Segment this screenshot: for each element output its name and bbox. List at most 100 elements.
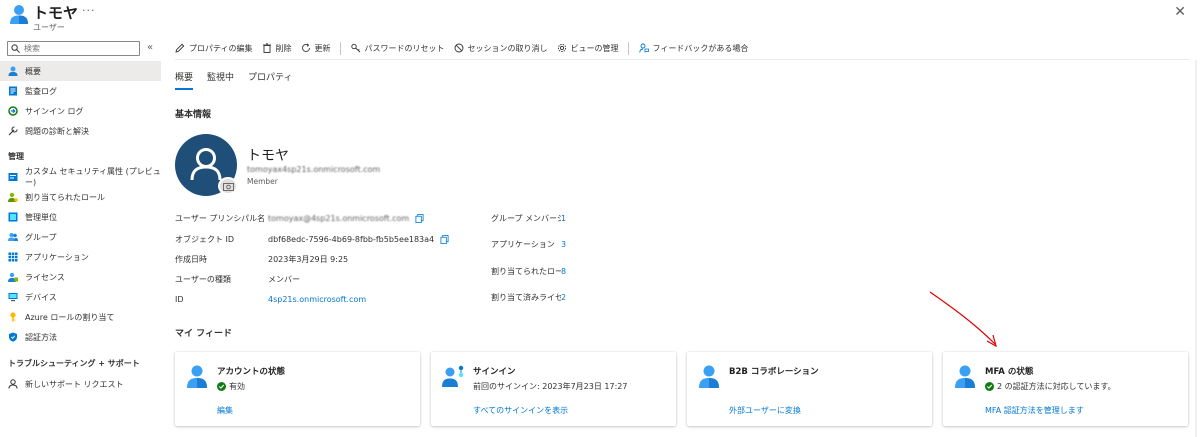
sidebar-item-label: 割り当てられたロール (25, 192, 105, 202)
stat-group-memberships: グループ メンバーシップ 1 (491, 211, 566, 225)
property-row-user-type: ユーザーの種類 メンバー (175, 272, 300, 286)
feed-card-account-status: アカウントの状態 有効 編集 (175, 352, 420, 426)
card-link-manage-mfa[interactable]: MFA 認証方法を管理します (985, 405, 1084, 416)
property-value-link[interactable]: 4sp21s.onmicrosoft.com (268, 295, 366, 304)
card-status: 2 の認証方法に対応しています。 (985, 381, 1116, 392)
delete-button[interactable]: 削除 (262, 43, 292, 54)
scrollbar[interactable] (1192, 60, 1200, 437)
sidebar-item-label: 監査ログ (25, 86, 57, 96)
annotation-arrow (929, 291, 997, 348)
collapse-sidebar-icon[interactable]: « (147, 42, 153, 53)
sidebar-item-overview[interactable]: 概要 (0, 61, 161, 81)
close-icon[interactable]: ✕ (1174, 4, 1186, 20)
profile-user-type: Member (247, 177, 278, 186)
card-title: MFA の状態 (985, 367, 1034, 377)
refresh-icon (301, 43, 311, 53)
tab-overview[interactable]: 概要 (175, 70, 194, 90)
stat-value-link[interactable]: 3 (561, 240, 566, 249)
property-label: 作成日時 (175, 254, 207, 264)
card-link-convert-external[interactable]: 外部ユーザーに変換 (729, 405, 801, 416)
search-icon (11, 44, 20, 53)
revoke-sessions-button[interactable]: セッションの取り消し (454, 43, 548, 54)
sidebar-item-label: カスタム セキュリティ属性 (プレビュー) (25, 167, 161, 187)
sidebar-section-troubleshooting: トラブルシューティング + サポート (8, 359, 140, 368)
license-icon (8, 272, 18, 282)
sidebar-item-custom-security-attributes[interactable]: カスタム セキュリティ属性 (プレビュー) (0, 167, 161, 187)
page-title: トモヤ (33, 4, 79, 22)
property-value: 2023年3月29日 9:25 (268, 254, 349, 264)
refresh-button[interactable]: 更新 (301, 43, 331, 54)
sidebar-item-diagnose[interactable]: 問題の診断と解決 (0, 121, 161, 141)
sidebar-item-label: 管理単位 (25, 212, 57, 222)
card-title: アカウントの状態 (217, 367, 286, 377)
property-label: オブジェクト ID (175, 234, 235, 244)
toolbar-divider (339, 41, 341, 55)
property-label: ユーザーの種類 (175, 274, 231, 284)
more-options-icon[interactable]: ··· (82, 4, 96, 17)
sidebar-section-manage: 管理 (8, 152, 24, 161)
sidebar-item-label: アプリケーション (25, 252, 89, 262)
sidebar-item-label: 新しいサポート リクエスト (25, 379, 124, 389)
tab-properties[interactable]: プロパティ (248, 70, 292, 90)
property-value: tomoyax@4sp21s.onmicrosoft.com (268, 213, 410, 223)
sidebar-item-assigned-roles[interactable]: 割り当てられたロール (0, 187, 161, 207)
sign-in-log-icon (8, 106, 18, 116)
card-link-view-sign-ins[interactable]: すべてのサインインを表示 (473, 405, 568, 416)
tab-monitoring[interactable]: 監視中 (207, 70, 234, 90)
change-photo-icon[interactable] (218, 177, 238, 195)
sidebar-item-groups[interactable]: グループ (0, 227, 161, 247)
pencil-icon (175, 43, 185, 53)
sidebar-item-authentication-methods[interactable]: 認証方法 (0, 327, 161, 347)
sidebar-item-applications[interactable]: アプリケーション (0, 247, 161, 267)
sidebar-item-sign-in-logs[interactable]: サインイン ログ (0, 101, 161, 121)
sidebar-item-azure-role-assignments[interactable]: Azure ロールの割り当て (0, 307, 161, 327)
property-value: メンバー (268, 274, 300, 284)
check-circle-icon (217, 382, 226, 391)
property-row-upn: ユーザー プリンシパル名 tomoyax@4sp21s.onmicrosoft.… (175, 211, 424, 225)
admin-unit-icon (8, 212, 18, 222)
key-icon (8, 312, 18, 322)
stat-applications: アプリケーション 3 (491, 237, 566, 251)
copy-icon[interactable] (440, 234, 449, 244)
feed-card-sign-in: サインイン 前回のサインイン: 2023年7月23日 17:27 すべてのサイン… (431, 352, 676, 426)
copy-icon[interactable] (415, 213, 424, 223)
stat-assigned-roles: 割り当てられたロール 8 (491, 264, 566, 278)
sidebar-item-admin-units[interactable]: 管理単位 (0, 207, 161, 227)
search-input[interactable] (24, 42, 136, 55)
device-icon (8, 292, 18, 302)
sidebar-item-licenses[interactable]: ライセンス (0, 267, 161, 287)
card-status: 前回のサインイン: 2023年7月23日 17:27 (473, 382, 628, 391)
group-icon (8, 232, 18, 242)
stat-value-link[interactable]: 2 (561, 293, 566, 302)
sidebar-item-new-support-request[interactable]: 新しいサポート リクエスト (0, 374, 161, 394)
manage-view-button[interactable]: ビューの管理 (557, 43, 619, 54)
gear-icon (557, 43, 567, 53)
feed-card-b2b: B2B コラボレーション 外部ユーザーに変換 (687, 352, 932, 426)
sidebar-item-label: 認証方法 (25, 332, 57, 342)
trash-icon (262, 43, 272, 53)
profile-name: トモヤ (247, 148, 289, 164)
sidebar-item-label: ライセンス (25, 272, 65, 282)
block-icon (454, 43, 464, 53)
card-status: 有効 (217, 381, 245, 392)
property-row-identity: ID 4sp21s.onmicrosoft.com (175, 292, 366, 306)
stat-value-link[interactable]: 1 (561, 214, 566, 223)
edit-properties-button[interactable]: プロパティの編集 (175, 43, 253, 54)
feedback-button[interactable]: フィードバックがある場合 (638, 43, 748, 54)
page-subtitle: ユーザー (33, 23, 65, 32)
security-attribute-icon (8, 172, 18, 182)
user-icon (187, 365, 207, 388)
stat-value-link[interactable]: 8 (561, 267, 566, 276)
sidebar-item-audit-logs[interactable]: 監査ログ (0, 81, 161, 101)
sidebar-item-label: Azure ロールの割り当て (25, 312, 115, 322)
property-row-created: 作成日時 2023年3月29日 9:25 (175, 252, 348, 266)
card-link-edit[interactable]: 編集 (217, 405, 233, 416)
wrench-icon (8, 126, 18, 136)
sidebar-item-label: 問題の診断と解決 (25, 126, 89, 136)
toolbar-divider-line (175, 59, 1190, 60)
reset-password-button[interactable]: パスワードのリセット (350, 43, 445, 54)
search-box[interactable] (7, 41, 140, 56)
tab-bar: 概要 監視中 プロパティ (175, 70, 307, 90)
stat-label: アプリケーション (491, 239, 555, 249)
sidebar-item-devices[interactable]: デバイス (0, 287, 161, 307)
